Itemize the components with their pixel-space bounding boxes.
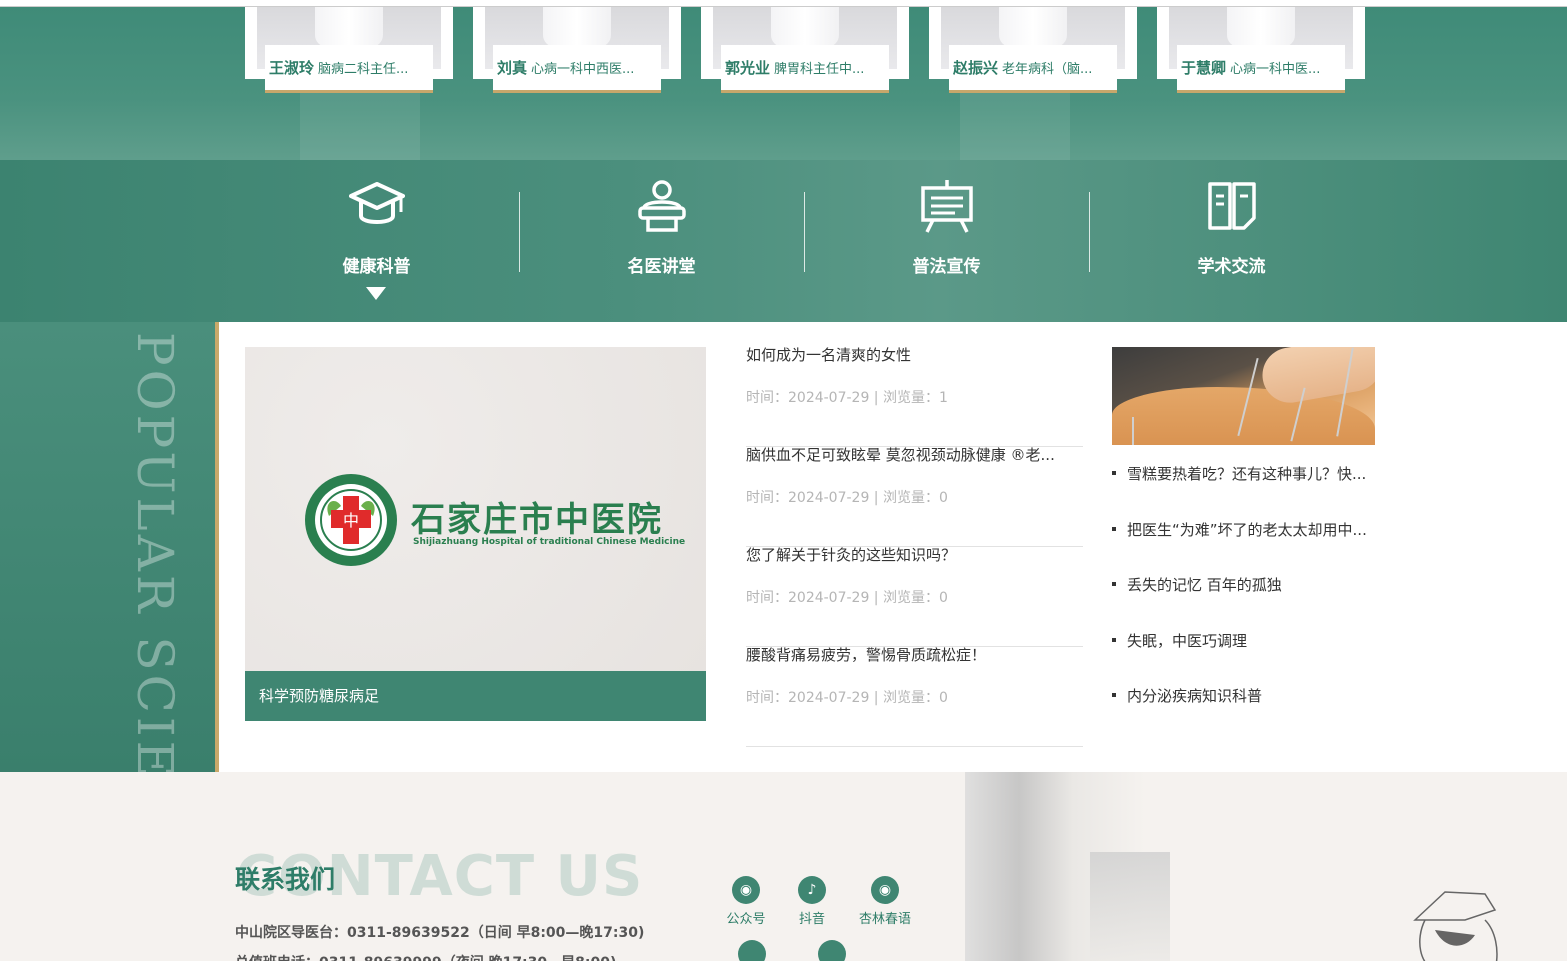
presentation-board-icon — [921, 180, 973, 233]
news-item[interactable]: 腰酸背痛易疲劳，警惕骨质疏松症！ 时间：2024-07-29 | 浏览量：0 — [746, 647, 1083, 747]
wechat-icon: ◉ — [871, 876, 899, 904]
news-item[interactable]: 如何成为一名清爽的女性 时间：2024-07-29 | 浏览量：1 — [746, 347, 1083, 447]
doctor-name: 赵振兴 — [953, 59, 999, 77]
doctor-label: 郭光业 脾胃科主任中... — [721, 45, 889, 93]
tab-academic[interactable]: 学术交流 — [1089, 160, 1374, 322]
doctor-label: 刘真 心病一科中西医... — [493, 45, 661, 93]
social-xinglin[interactable]: ◉ 杏林春语 — [850, 876, 920, 927]
acupuncture-image[interactable] — [1112, 347, 1375, 445]
social-wechat-official[interactable]: ◉ 公众号 — [711, 876, 781, 927]
tab-label: 学术交流 — [1197, 257, 1266, 277]
right-column: 雪糕要热着吃？还有这种事儿？快... 把医生“为难”坏了的老太太却用中... 丢… — [1112, 347, 1375, 741]
social-label: 杏林春语 — [858, 912, 911, 927]
doctor-name: 郭光业 — [725, 59, 771, 77]
doctor-card[interactable]: 郭光业 脾胃科主任中... — [701, 7, 909, 95]
doctor-title: 脾胃科主任中... — [774, 62, 865, 77]
article-list: 雪糕要热着吃？还有这种事儿？快... 把医生“为难”坏了的老太太却用中... 丢… — [1112, 463, 1375, 741]
doctor-name: 刘真 — [497, 59, 528, 77]
active-tab-indicator — [366, 287, 386, 300]
weibo-icon[interactable] — [738, 940, 766, 961]
doctor-label: 王淑玲 脑病二科主任... — [265, 45, 433, 93]
news-title[interactable]: 脑供血不足可致眩晕 莫忽视颈动脉健康 ®老... — [746, 447, 1083, 487]
tab-label: 健康科普 — [342, 257, 411, 277]
tab-legal[interactable]: 普法宣传 — [804, 160, 1089, 322]
contact-phone-night: 总值班电话：0311-89639999（夜间 晚17:30—早8:00) — [235, 952, 616, 961]
svg-text:中: 中 — [343, 511, 359, 530]
butterfly-icon[interactable] — [818, 940, 846, 961]
news-meta: 时间：2024-07-29 | 浏览量：1 — [746, 390, 948, 406]
news-list: 如何成为一名清爽的女性 时间：2024-07-29 | 浏览量：1 脑供血不足可… — [746, 347, 1083, 747]
news-item[interactable]: 您了解关于针灸的这些知识吗？ 时间：2024-07-29 | 浏览量：0 — [746, 547, 1083, 647]
doctor-card[interactable]: 王淑玲 脑病二科主任... — [245, 7, 453, 95]
news-meta: 时间：2024-07-29 | 浏览量：0 — [746, 490, 948, 506]
doctor-title: 脑病二科主任... — [318, 62, 409, 77]
news-title[interactable]: 腰酸背痛易疲劳，警惕骨质疏松症！ — [746, 647, 1083, 687]
tiktok-icon: ♪ — [798, 876, 826, 904]
contact-phone-day: 中山院区导医台：0311-89639522（日间 早8:00—晚17:30) — [235, 925, 645, 941]
featured-image: 中 石家庄市中医院 Shijiazhuang Hospital of tradi… — [245, 347, 706, 671]
scholar-figure-illustration — [1413, 891, 1498, 961]
list-item[interactable]: 雪糕要热着吃？还有这种事儿？快... — [1112, 463, 1375, 519]
news-title[interactable]: 如何成为一名清爽的女性 — [746, 347, 1083, 387]
list-item[interactable]: 把医生“为难”坏了的老太太却用中... — [1112, 519, 1375, 575]
doctor-label: 于慧卿 心病一科中医... — [1177, 45, 1345, 93]
side-decoration: POPULAR SCIENCE — [0, 322, 215, 772]
section-watermark: POPULAR SCIENCE — [126, 332, 184, 772]
doctor-label: 赵振兴 老年病科（脑... — [949, 45, 1117, 93]
list-item[interactable]: 丢失的记忆 百年的孤独 — [1112, 574, 1375, 630]
list-item[interactable]: 失眠，中医巧调理 — [1112, 630, 1375, 686]
social-label: 公众号 — [726, 912, 766, 927]
open-book-icon — [1208, 182, 1256, 230]
news-title[interactable]: 您了解关于针灸的这些知识吗？ — [746, 547, 1083, 587]
wechat-icon: ◉ — [732, 876, 760, 904]
doctor-title: 心病一科中西医... — [531, 62, 635, 77]
featured-caption[interactable]: 科学预防糖尿病足 — [245, 671, 706, 721]
tab-label: 普法宣传 — [912, 257, 981, 277]
doctor-carousel: 王淑玲 脑病二科主任... 刘真 心病一科中西医... 郭光业 脾胃科主任中..… — [0, 7, 1567, 160]
category-nav: 健康科普 名医讲堂 普法宣传 学术交流 — [0, 160, 1567, 322]
doctor-card[interactable]: 于慧卿 心病一科中医... — [1157, 7, 1365, 95]
doctor-title: 心病一科中医... — [1230, 62, 1321, 77]
news-meta: 时间：2024-07-29 | 浏览量：0 — [746, 690, 948, 706]
doctor-card[interactable]: 赵振兴 老年病科（脑... — [929, 7, 1137, 95]
social-douyin[interactable]: ♪ 抖音 — [777, 876, 847, 927]
hospital-name-en: Shijiazhuang Hospital of traditional Chi… — [413, 537, 686, 547]
list-item[interactable]: 内分泌疾病知识科普 — [1112, 685, 1375, 741]
contact-section: CONTACT US 联系我们 中山院区导医台：0311-89639522（日间… — [0, 772, 1567, 961]
ink-mountain-illustration — [1090, 852, 1170, 961]
doctor-name: 王淑玲 — [269, 59, 315, 77]
tab-label: 名医讲堂 — [627, 257, 696, 277]
hospital-name-cn: 石家庄市中医院 — [411, 500, 663, 540]
hospital-emblem-icon: 中 — [305, 474, 397, 566]
graduation-cap-icon — [349, 182, 405, 224]
tab-lecture[interactable]: 名医讲堂 — [519, 160, 804, 322]
news-item[interactable]: 脑供血不足可致眩晕 莫忽视颈动脉健康 ®老... 时间：2024-07-29 |… — [746, 447, 1083, 547]
doctor-title: 老年病科（脑... — [1002, 62, 1093, 77]
news-meta: 时间：2024-07-29 | 浏览量：0 — [746, 590, 948, 606]
featured-article[interactable]: 中 石家庄市中医院 Shijiazhuang Hospital of tradi… — [245, 347, 706, 721]
doctor-name: 于慧卿 — [1181, 59, 1227, 77]
lecturer-podium-icon — [638, 180, 686, 232]
top-divider — [0, 0, 1567, 7]
contact-title: 联系我们 — [235, 865, 336, 894]
social-label: 抖音 — [798, 912, 825, 927]
doctor-card[interactable]: 刘真 心病一科中西医... — [473, 7, 681, 95]
